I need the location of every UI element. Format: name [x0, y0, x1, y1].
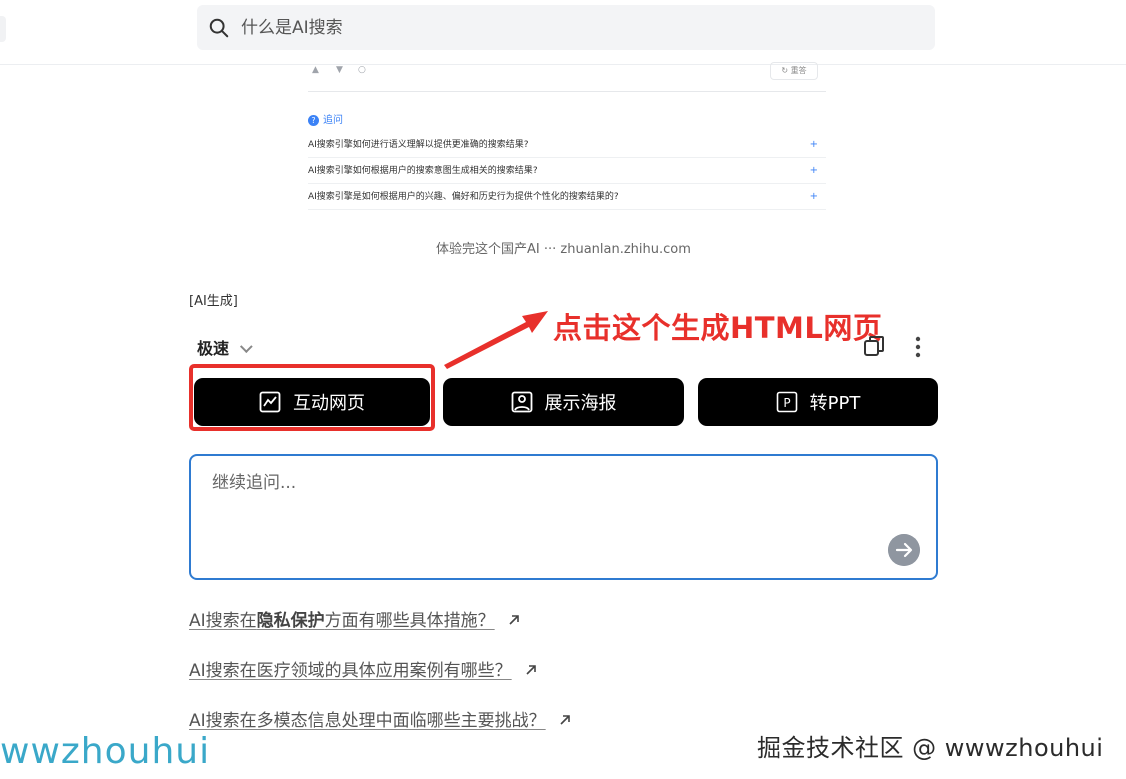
comment-icon: ○	[358, 65, 366, 75]
embedded-toolbar: ▲ ▼ ○ ↻ 重答	[308, 62, 826, 92]
button-label: 互动网页	[293, 393, 365, 414]
related-question-link[interactable]: AI搜索在多模态信息处理中面临哪些主要挑战？	[189, 706, 572, 731]
chart-icon	[259, 391, 281, 413]
interactive-webpage-button[interactable]: 互动网页	[194, 378, 430, 426]
annotation-arrow	[444, 311, 548, 369]
related-question-link[interactable]: AI搜索在隐私保护方面有哪些具体措施？	[189, 606, 521, 631]
search-input[interactable]	[241, 5, 921, 50]
poster-button[interactable]: 展示海报	[443, 378, 684, 426]
sidebar-toggle[interactable]	[0, 16, 6, 42]
embedded-question: AI搜索引擎如何根据用户的搜索意图生成相关的搜索结果? +	[308, 158, 826, 184]
ppt-button[interactable]: P 转PPT	[698, 378, 938, 426]
question-icon: ?	[308, 115, 319, 126]
chevron-down-icon	[239, 340, 253, 354]
embedded-screenshot: ▲ ▼ ○ ↻ 重答 ? 追问 AI搜索引擎如何进行语义理解以提供更准确的搜索结果…	[300, 62, 832, 212]
plus-icon: +	[809, 139, 818, 150]
ai-generated-tag: [AI生成]	[189, 294, 238, 309]
speed-selector[interactable]: 极速	[197, 335, 253, 359]
copy-icon[interactable]	[863, 335, 885, 357]
embedded-question: AI搜索引擎是如何根据用户的兴趣、偏好和历史行为提供个性化的搜索结果的? +	[308, 184, 826, 210]
more-icon[interactable]	[908, 336, 928, 358]
svg-text:P: P	[783, 396, 790, 410]
watermark-right: 掘金技术社区 @ wwwzhouhui	[757, 734, 1104, 762]
top-bar	[0, 0, 1126, 65]
embedded-redo-button: ↻ 重答	[770, 62, 818, 80]
external-arrow-icon	[526, 665, 536, 675]
plus-icon: +	[809, 165, 818, 176]
search-icon	[209, 18, 229, 38]
button-label: 转PPT	[809, 393, 861, 414]
external-arrow-icon	[560, 715, 570, 725]
thumb-up-icon: ▲	[312, 65, 319, 75]
embedded-follow-heading: ? 追问	[308, 111, 343, 126]
external-arrow-icon	[509, 615, 519, 625]
watermark-left: wwzhouhui	[0, 731, 211, 772]
annotation-text: 点击这个生成HTML网页	[553, 311, 883, 345]
send-arrow-icon[interactable]	[888, 534, 920, 566]
image-caption[interactable]: 体验完这个国产AI ··· zhuanlan.zhihu.com	[436, 238, 691, 257]
button-label: 展示海报	[544, 393, 617, 414]
ppt-icon: P	[776, 391, 797, 413]
followup-input[interactable]	[212, 468, 892, 528]
related-question-link[interactable]: AI搜索在医疗领域的具体应用案例有哪些？	[189, 656, 538, 681]
thumb-down-icon: ▼	[336, 65, 343, 75]
embedded-question: AI搜索引擎如何进行语义理解以提供更准确的搜索结果? +	[308, 132, 826, 158]
plus-icon: +	[809, 191, 818, 202]
search-bar[interactable]	[197, 5, 935, 50]
followup-box[interactable]	[189, 454, 938, 580]
image-icon	[511, 391, 532, 413]
